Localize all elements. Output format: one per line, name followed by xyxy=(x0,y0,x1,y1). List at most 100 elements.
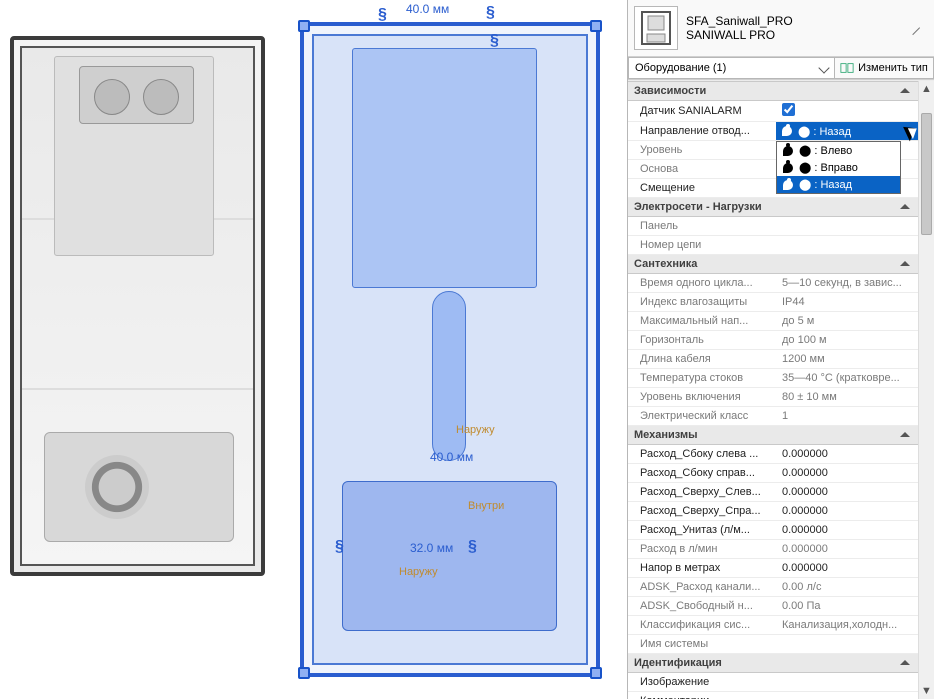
param-label: Длина кабеля xyxy=(628,350,776,369)
scrollbar[interactable]: ▲ ▼ xyxy=(918,81,934,699)
sanialarm-checkbox[interactable] xyxy=(782,103,795,116)
scroll-down-icon[interactable]: ▼ xyxy=(919,683,934,699)
type-name: SANIWALL PRO xyxy=(686,28,876,42)
param-value[interactable]: 0.000000 xyxy=(776,502,918,521)
grip-handle[interactable] xyxy=(590,20,602,32)
group-header[interactable]: Механизмы xyxy=(628,426,918,445)
dimension-label: 32.0 мм xyxy=(410,541,453,555)
param-label: ADSK_Свободный н... xyxy=(628,597,776,616)
dropdown-option[interactable]: ⬤ : Назад xyxy=(777,176,900,193)
type-dropdown-icon[interactable] xyxy=(906,21,920,35)
edit-type-icon xyxy=(840,61,854,75)
orientation-tag: Наружу xyxy=(456,424,495,436)
collapse-icon xyxy=(900,88,910,93)
model-instance-selected[interactable] xyxy=(300,22,600,677)
group-header[interactable]: Зависимости xyxy=(628,82,918,101)
family-thumbnail xyxy=(634,6,678,50)
properties-table: Зависимости Датчик SANIALARM Направление… xyxy=(628,81,918,699)
param-value[interactable]: 0.000000 xyxy=(776,464,918,483)
param-value[interactable] xyxy=(776,673,918,692)
category-selector-label: Оборудование (1) xyxy=(635,62,726,74)
param-label: ADSK_Расход канали... xyxy=(628,578,776,597)
param-label: Напор в метрах xyxy=(628,559,776,578)
direction-icon xyxy=(782,126,792,136)
param-value: 5—10 секунд, в завис... xyxy=(776,274,918,293)
connector-icon[interactable]: § xyxy=(490,32,499,50)
connector-icon[interactable]: § xyxy=(378,6,387,24)
orientation-tag: Наружу xyxy=(399,566,438,578)
param-value: 0.000000 xyxy=(776,540,918,559)
param-label: Электрический класс xyxy=(628,407,776,426)
model-viewport[interactable]: § § § § § 40.0 мм 40.0 мм 32.0 мм Наружу… xyxy=(0,0,627,699)
grip-handle[interactable] xyxy=(298,20,310,32)
param-label: Комментарии xyxy=(628,692,776,699)
param-label: Горизонталь xyxy=(628,331,776,350)
param-value[interactable]: 0.000000 xyxy=(776,483,918,502)
param-label: Классификация сис... xyxy=(628,616,776,635)
param-label: Изображение xyxy=(628,673,776,692)
grip-handle[interactable] xyxy=(298,667,310,679)
param-value[interactable] xyxy=(776,236,918,255)
connector-icon[interactable]: § xyxy=(486,4,495,22)
connector-icon[interactable]: § xyxy=(468,538,477,556)
group-header[interactable]: Идентификация xyxy=(628,654,918,673)
param-label: Направление отвод... xyxy=(628,122,776,141)
param-value: 1 xyxy=(776,407,918,426)
param-value: 0.00 л/с xyxy=(776,578,918,597)
param-label: Уровень xyxy=(628,141,776,160)
param-value: IP44 xyxy=(776,293,918,312)
param-value[interactable]: 0.000000 xyxy=(776,521,918,540)
orientation-tag: Внутри xyxy=(468,500,504,512)
dropdown-option[interactable]: ⬤ : Вправо xyxy=(777,159,900,176)
chevron-down-icon xyxy=(818,62,829,73)
param-value: 0.00 Па xyxy=(776,597,918,616)
param-label: Датчик SANIALARM xyxy=(628,101,776,122)
scroll-up-icon[interactable]: ▲ xyxy=(919,81,934,97)
frame-icon xyxy=(640,10,672,46)
connector-icon[interactable]: § xyxy=(335,538,344,556)
group-header[interactable]: Электросети - Нагрузки xyxy=(628,198,918,217)
dropdown-popup[interactable]: ⬤ : Влево ⬤ : Вправо ⬤ : Назад xyxy=(776,141,901,194)
dropdown-selected-label: ⬤ : Назад xyxy=(798,125,851,138)
outlet-direction-dropdown[interactable]: ⬤ : Назад ⬤ : Влево ⬤ : Вправо ⬤ : Назад xyxy=(776,122,918,141)
param-value: до 5 м xyxy=(776,312,918,331)
param-label: Индекс влагозащиты xyxy=(628,293,776,312)
param-value[interactable] xyxy=(776,217,918,236)
properties-panel: SFA_Saniwall_PRO SANIWALL PRO Оборудован… xyxy=(627,0,934,699)
param-label: Расход_Сбоку справ... xyxy=(628,464,776,483)
param-label: Расход_Унитаз (л/м... xyxy=(628,521,776,540)
param-label: Время одного цикла... xyxy=(628,274,776,293)
param-label: Имя системы xyxy=(628,635,776,654)
param-label: Номер цепи xyxy=(628,236,776,255)
grip-handle[interactable] xyxy=(590,667,602,679)
param-value xyxy=(776,635,918,654)
dimension-label: 40.0 мм xyxy=(430,450,473,464)
dropdown-option[interactable]: ⬤ : Влево xyxy=(777,142,900,159)
param-label: Расход_Сбоку слева ... xyxy=(628,445,776,464)
param-label: Расход_Сверху_Спра... xyxy=(628,502,776,521)
model-instance-shaded[interactable] xyxy=(10,36,265,576)
param-label: Максимальный нап... xyxy=(628,312,776,331)
category-selector[interactable]: Оборудование (1) xyxy=(628,57,834,79)
edit-type-button[interactable]: Изменить тип xyxy=(834,57,934,79)
collapse-icon xyxy=(900,660,910,665)
param-value: до 100 м xyxy=(776,331,918,350)
collapse-icon xyxy=(900,432,910,437)
param-value: Канализация,холодн... xyxy=(776,616,918,635)
param-value[interactable] xyxy=(776,692,918,699)
param-value: 35—40 °С (кратковре... xyxy=(776,369,918,388)
type-header[interactable]: SFA_Saniwall_PRO SANIWALL PRO xyxy=(628,0,934,57)
param-label: Уровень включения xyxy=(628,388,776,407)
param-value[interactable]: 0.000000 xyxy=(776,445,918,464)
direction-icon xyxy=(783,146,793,156)
param-value[interactable]: 0.000000 xyxy=(776,559,918,578)
group-header[interactable]: Сантехника xyxy=(628,255,918,274)
param-label: Расход в л/мин xyxy=(628,540,776,559)
collapse-icon xyxy=(900,261,910,266)
collapse-icon xyxy=(900,204,910,209)
param-label: Расход_Сверху_Слев... xyxy=(628,483,776,502)
family-name: SFA_Saniwall_PRO xyxy=(686,14,876,28)
param-label: Температура стоков xyxy=(628,369,776,388)
param-value[interactable] xyxy=(776,101,918,122)
param-label: Смещение xyxy=(628,179,776,198)
